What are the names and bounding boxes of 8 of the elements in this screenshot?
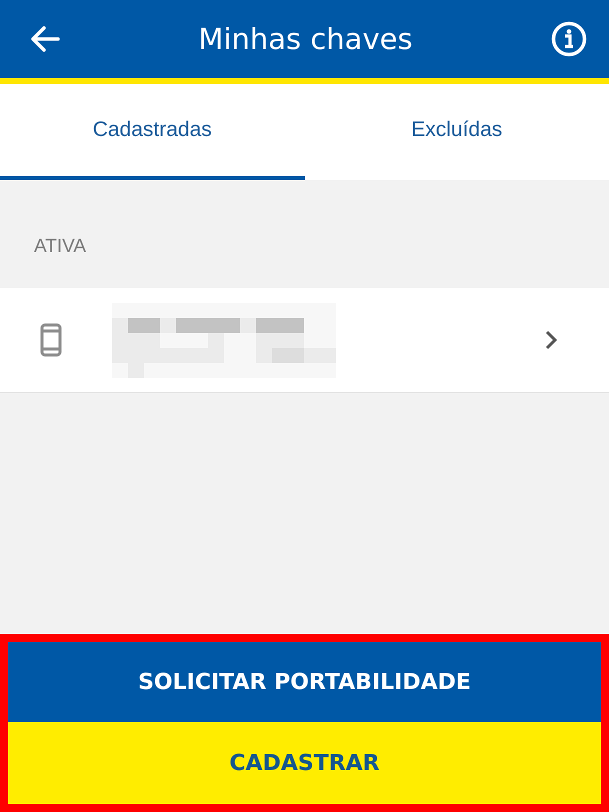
portability-button[interactable]: SOLICITAR PORTABILIDADE xyxy=(8,642,601,722)
section-heading: ATIVA xyxy=(34,236,86,257)
phone-icon xyxy=(40,323,62,357)
chevron-right-icon xyxy=(545,330,557,350)
info-icon[interactable] xyxy=(551,21,587,57)
register-button[interactable]: CADASTRAR xyxy=(8,722,601,804)
screen-title: Minhas chaves xyxy=(198,22,413,56)
back-arrow-icon[interactable] xyxy=(30,26,60,52)
